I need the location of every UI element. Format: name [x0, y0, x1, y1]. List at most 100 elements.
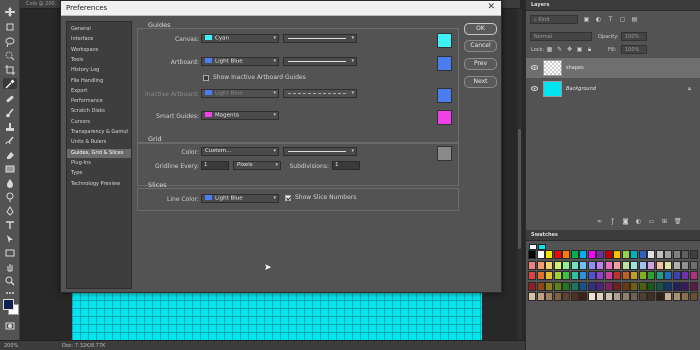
swatch-color[interactable]: [536, 281, 545, 291]
blur-tool-icon[interactable]: [3, 177, 17, 188]
swatch-color[interactable]: [672, 292, 681, 301]
swatch-color[interactable]: [604, 250, 613, 259]
nav-item[interactable]: Type: [67, 169, 131, 178]
swatch-color[interactable]: [562, 250, 570, 259]
lock-all-icon[interactable]: 🔒︎: [586, 46, 593, 53]
fill-input[interactable]: 100%: [621, 45, 647, 54]
visibility-eye-icon[interactable]: [531, 65, 538, 70]
swatch-color[interactable]: [587, 260, 596, 270]
swatch-color[interactable]: [672, 250, 681, 259]
scrollbar-thumb[interactable]: [518, 129, 521, 249]
layer-mask-icon[interactable]: ◙: [622, 218, 629, 225]
quick-mask-icon[interactable]: [3, 320, 17, 331]
swatch-color[interactable]: [570, 260, 579, 270]
nav-item[interactable]: Workspace: [67, 46, 131, 55]
history-brush-tool-icon[interactable]: [3, 135, 17, 146]
swatch-color[interactable]: [553, 250, 562, 259]
swatch-color[interactable]: [630, 292, 638, 301]
visibility-eye-icon[interactable]: [531, 86, 538, 91]
clone-stamp-tool-icon[interactable]: [3, 121, 17, 132]
swatch-color[interactable]: [664, 281, 672, 291]
artboard-color-select[interactable]: Light Blue ▾: [201, 57, 279, 66]
type-tool-icon[interactable]: [3, 219, 17, 230]
swatch-color[interactable]: [621, 250, 630, 259]
eyedropper-tool-icon[interactable]: [3, 78, 17, 89]
opacity-input[interactable]: 100%: [621, 32, 647, 41]
swatch-color[interactable]: [545, 281, 553, 291]
filter-type-icon[interactable]: T: [607, 16, 614, 23]
swatch-color[interactable]: [553, 271, 562, 280]
swatch-color[interactable]: [638, 292, 647, 301]
swatch-color[interactable]: [664, 260, 672, 270]
swatch-color[interactable]: [681, 281, 689, 291]
swatch-color[interactable]: [570, 281, 579, 291]
swatch-color[interactable]: [664, 292, 672, 301]
nav-item[interactable]: Cursors: [67, 118, 131, 127]
swatch-color[interactable]: [579, 271, 587, 280]
swatch-color[interactable]: [689, 250, 698, 259]
canvas-color-swatch[interactable]: [437, 33, 452, 48]
swatch-color[interactable]: [672, 271, 681, 280]
quick-selection-tool-icon[interactable]: [3, 50, 17, 61]
swatch-color[interactable]: [528, 260, 536, 270]
swatch-color[interactable]: [613, 271, 621, 280]
swatch-color[interactable]: [630, 260, 638, 270]
more-tools-icon[interactable]: [3, 287, 17, 298]
swatch-color[interactable]: [604, 292, 613, 301]
swatch-color[interactable]: [545, 260, 553, 270]
swatch-color[interactable]: [579, 260, 587, 270]
swatch-color[interactable]: [664, 250, 672, 259]
swatch-color[interactable]: [596, 250, 604, 259]
swatch-color[interactable]: [681, 271, 689, 280]
swatch-color[interactable]: [579, 292, 587, 301]
gridline-every-input[interactable]: 1: [201, 161, 229, 170]
swatch-color[interactable]: [621, 292, 630, 301]
group-icon[interactable]: ▭: [648, 218, 655, 225]
swatch-color[interactable]: [604, 281, 613, 291]
zoom-tool-icon[interactable]: [3, 275, 17, 286]
swatch-color[interactable]: [562, 281, 570, 291]
swatch-color[interactable]: [604, 271, 613, 280]
swatch-color[interactable]: [681, 260, 689, 270]
pen-tool-icon[interactable]: [3, 205, 17, 216]
inactive-artboard-color-swatch[interactable]: [437, 88, 452, 103]
zoom-level[interactable]: 200%: [4, 343, 18, 349]
swatch-color[interactable]: [630, 281, 638, 291]
swatch-color[interactable]: [604, 260, 613, 270]
nav-item[interactable]: Units & Rulers: [67, 138, 131, 147]
swatch-color[interactable]: [536, 271, 545, 280]
swatch-color[interactable]: [655, 281, 664, 291]
nav-item[interactable]: Interface: [67, 35, 131, 44]
swatch-color[interactable]: [579, 250, 587, 259]
swatch-color[interactable]: [553, 292, 562, 301]
swatch-color[interactable]: [587, 271, 596, 280]
swatch-color[interactable]: [613, 250, 621, 259]
swatch-color[interactable]: [528, 281, 536, 291]
nav-item[interactable]: Performance: [67, 97, 131, 106]
swatch-color[interactable]: [664, 271, 672, 280]
layer-row-background[interactable]: Background 🔒︎: [526, 79, 700, 99]
close-icon[interactable]: ✕: [487, 2, 495, 12]
move-tool-icon[interactable]: [3, 6, 17, 17]
swatch-color[interactable]: [528, 292, 536, 301]
swatch-color[interactable]: [596, 281, 604, 291]
swatch-color[interactable]: [613, 260, 621, 270]
swatch-color[interactable]: [570, 292, 579, 301]
hand-tool-icon[interactable]: [3, 261, 17, 272]
canvas-color-select[interactable]: Cyan ▾: [201, 34, 279, 43]
brush-tool-icon[interactable]: [3, 107, 17, 118]
path-selection-tool-icon[interactable]: [3, 233, 17, 244]
swatch-color[interactable]: [681, 292, 689, 301]
swatch-color[interactable]: [613, 281, 621, 291]
nav-item[interactable]: History Log: [67, 66, 131, 75]
nav-item[interactable]: Guides, Grid & Slices: [67, 148, 131, 158]
gridline-unit-select[interactable]: Pixels ▾: [233, 161, 281, 170]
swatch-color[interactable]: [689, 260, 698, 270]
swatch-color[interactable]: [647, 292, 655, 301]
swatch-color[interactable]: [647, 281, 655, 291]
swatch-color[interactable]: [638, 250, 647, 259]
show-inactive-guides-checkbox[interactable]: [203, 75, 209, 81]
swatch-color[interactable]: [570, 250, 579, 259]
swatch-color[interactable]: [621, 271, 630, 280]
layer-row-shapes[interactable]: shapes: [526, 58, 700, 78]
